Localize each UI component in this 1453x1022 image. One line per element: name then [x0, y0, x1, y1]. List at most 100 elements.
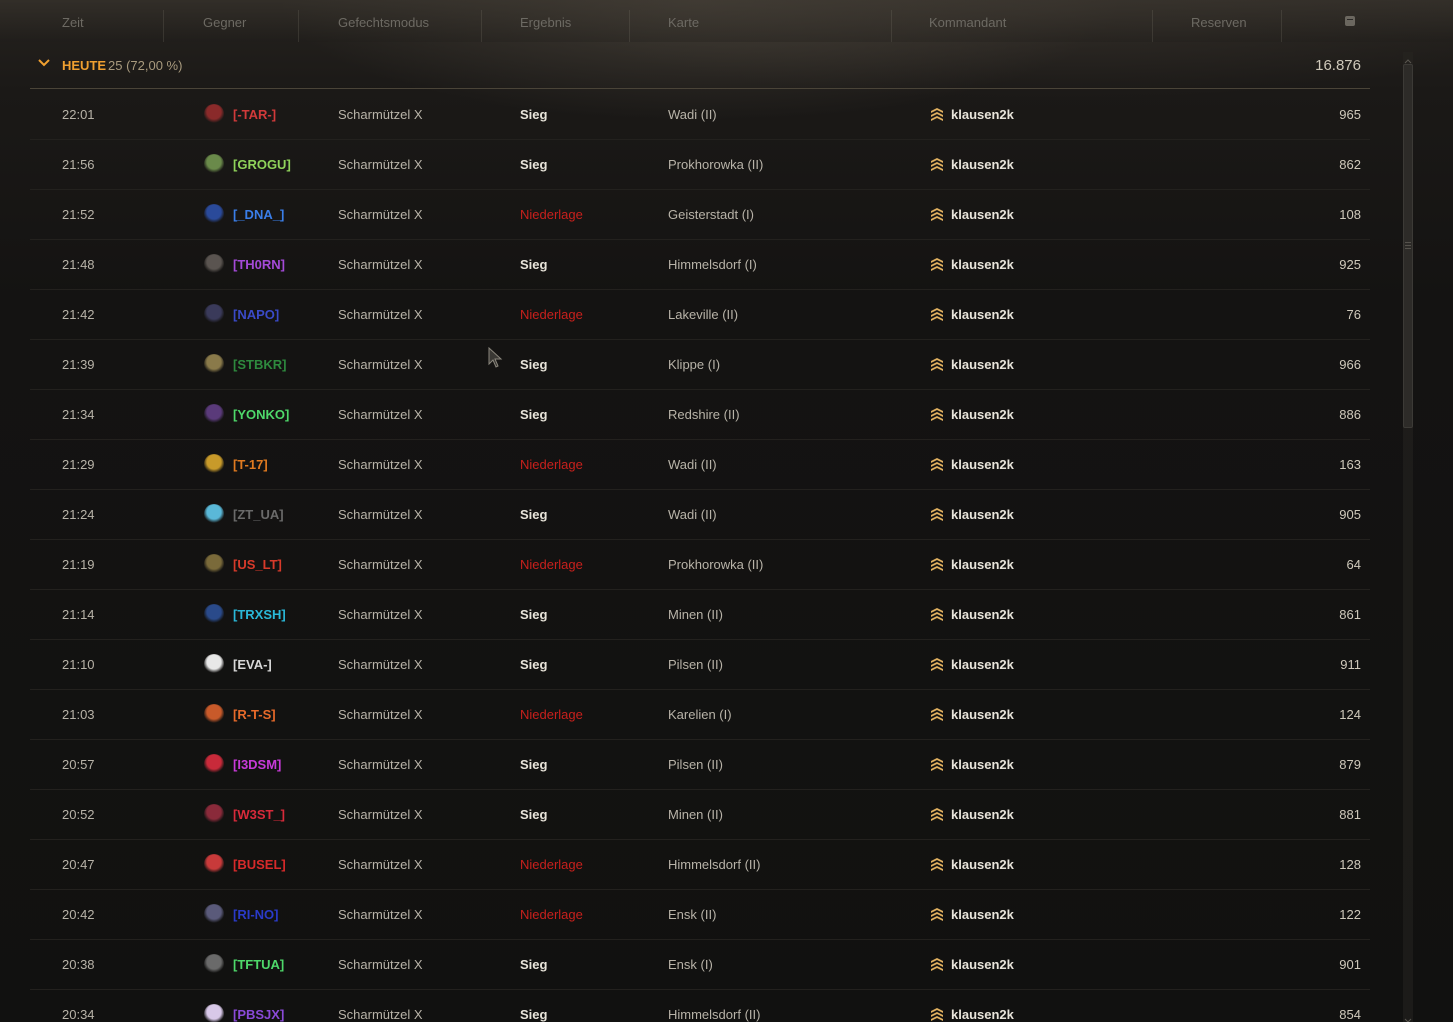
clan-tag-link[interactable]: [I3DSM] [233, 757, 281, 772]
column-header-battle-mode[interactable]: Gefechtsmodus [338, 15, 429, 30]
battle-time: 21:56 [62, 157, 95, 172]
battle-map: Minen (II) [668, 607, 723, 622]
clan-emblem-icon[interactable] [204, 1004, 224, 1022]
clan-tag-link[interactable]: [_DNA_] [233, 207, 284, 222]
clan-tag-link[interactable]: [YONKO] [233, 407, 289, 422]
clan-emblem-icon[interactable] [204, 604, 224, 624]
commander-name-link[interactable]: klausen2k [951, 657, 1014, 672]
battle-mode: Scharmützel X [338, 407, 423, 422]
commander-name-link[interactable]: klausen2k [951, 107, 1014, 122]
clan-tag-link[interactable]: [TRXSH] [233, 607, 286, 622]
clan-emblem-icon[interactable] [204, 404, 224, 424]
clan-emblem-icon[interactable] [204, 154, 224, 174]
chevron-down-icon[interactable] [38, 59, 50, 69]
table-row[interactable]: 22:01 [-TAR-] Scharmützel X Sieg Wadi (II) kl… [30, 90, 1370, 140]
clan-tag-link[interactable]: [T-17] [233, 457, 268, 472]
table-row[interactable]: 20:47 [BUSEL] Scharmützel X Niederlage Himme… [30, 840, 1370, 890]
table-row[interactable]: 20:38 [TFTUA] Scharmützel X Sieg Ensk (I) kla… [30, 940, 1370, 990]
scroll-down-arrow-icon[interactable] [1403, 1012, 1413, 1022]
clan-emblem-icon[interactable] [204, 554, 224, 574]
table-row[interactable]: 21:14 [TRXSH] Scharmützel X Sieg Minen (II) k… [30, 590, 1370, 640]
clan-tag-link[interactable]: [STBKR] [233, 357, 286, 372]
scroll-up-arrow-icon[interactable] [1403, 52, 1413, 64]
commander-name-link[interactable]: klausen2k [951, 757, 1014, 772]
commander-name-link[interactable]: klausen2k [951, 907, 1014, 922]
clan-emblem-icon[interactable] [204, 704, 224, 724]
clan-emblem-icon[interactable] [204, 504, 224, 524]
commander-name-link[interactable]: klausen2k [951, 807, 1014, 822]
commander-name-link[interactable]: klausen2k [951, 257, 1014, 272]
commander-name-link[interactable]: klausen2k [951, 307, 1014, 322]
battle-mode: Scharmützel X [338, 807, 423, 822]
commander-name-link[interactable]: klausen2k [951, 357, 1014, 372]
clan-emblem-icon[interactable] [204, 754, 224, 774]
clan-emblem-icon[interactable] [204, 104, 224, 124]
commander-name-link[interactable]: klausen2k [951, 707, 1014, 722]
clan-emblem-icon[interactable] [204, 204, 224, 224]
battle-result: Niederlage [520, 207, 583, 222]
clan-tag-link[interactable]: [US_LT] [233, 557, 282, 572]
clan-tag-link[interactable]: [TH0RN] [233, 257, 285, 272]
table-row[interactable]: 21:03 [R-T-S] Scharmützel X Niederlage Karel… [30, 690, 1370, 740]
commander-name-link[interactable]: klausen2k [951, 507, 1014, 522]
table-row[interactable]: 21:10 [EVA-] Scharmützel X Sieg Pilsen (II) k… [30, 640, 1370, 690]
column-header-opponent[interactable]: Gegner [203, 15, 246, 30]
battle-mode: Scharmützel X [338, 457, 423, 472]
table-row[interactable]: 21:29 [T-17] Scharmützel X Niederlage Wadi (… [30, 440, 1370, 490]
clan-tag-link[interactable]: [PBSJX] [233, 1007, 284, 1022]
battle-result: Sieg [520, 957, 548, 972]
clan-tag-link[interactable]: [ZT_UA] [233, 507, 284, 522]
clan-tag-link[interactable]: [GROGU] [233, 157, 291, 172]
table-row[interactable]: 20:57 [I3DSM] Scharmützel X Sieg Pilsen (II)… [30, 740, 1370, 790]
table-row[interactable]: 21:24 [ZT_UA] Scharmützel X Sieg Wadi (II) kl… [30, 490, 1370, 540]
table-row[interactable]: 21:48 [TH0RN] Scharmützel X Sieg Himmelsdorf… [30, 240, 1370, 290]
clan-tag-link[interactable]: [-TAR-] [233, 107, 276, 122]
table-row[interactable]: 21:39 [STBKR] Scharmützel X Sieg Klippe (I) k… [30, 340, 1370, 390]
group-header-today[interactable]: HEUTE 25 (72,00 %) 16.876 [30, 44, 1370, 89]
clan-emblem-icon[interactable] [204, 254, 224, 274]
clan-emblem-icon[interactable] [204, 654, 224, 674]
clan-emblem-icon[interactable] [204, 354, 224, 374]
table-row[interactable]: 21:19 [US_LT] Scharmützel X Niederlage Prokh… [30, 540, 1370, 590]
clan-tag-link[interactable]: [TFTUA] [233, 957, 284, 972]
battle-list: 22:01 [-TAR-] Scharmützel X Sieg Wadi (II) kl… [30, 90, 1370, 1022]
column-header-map[interactable]: Karte [668, 15, 699, 30]
table-row[interactable]: 20:52 [W3ST_] Scharmützel X Sieg Minen (II) k… [30, 790, 1370, 840]
commander-name-link[interactable]: klausen2k [951, 407, 1014, 422]
column-header-reserves[interactable]: Reserven [1191, 15, 1247, 30]
box-icon[interactable] [1345, 16, 1355, 26]
clan-emblem-icon[interactable] [204, 854, 224, 874]
battle-time: 20:52 [62, 807, 95, 822]
clan-tag-link[interactable]: [EVA-] [233, 657, 272, 672]
clan-tag-link[interactable]: [RI-NO] [233, 907, 279, 922]
commander-name-link[interactable]: klausen2k [951, 607, 1014, 622]
commander-name-link[interactable]: klausen2k [951, 157, 1014, 172]
battle-map: Karelien (I) [668, 707, 732, 722]
clan-tag-link[interactable]: [W3ST_] [233, 807, 285, 822]
table-row[interactable]: 21:42 [NAPO] Scharmützel X Niederlage Lakevi… [30, 290, 1370, 340]
table-row[interactable]: 21:56 [GROGU] Scharmützel X Sieg Prokhorowka… [30, 140, 1370, 190]
commander-name-link[interactable]: klausen2k [951, 857, 1014, 872]
clan-emblem-icon[interactable] [204, 304, 224, 324]
table-row[interactable]: 20:34 [PBSJX] Scharmützel X Sieg Himmelsdorf… [30, 990, 1370, 1022]
clan-emblem-icon[interactable] [204, 954, 224, 974]
commander-name-link[interactable]: klausen2k [951, 207, 1014, 222]
column-header-commander[interactable]: Kommandant [929, 15, 1006, 30]
table-row[interactable]: 20:42 [RI-NO] Scharmützel X Niederlage Ensk … [30, 890, 1370, 940]
table-row[interactable]: 21:34 [YONKO] Scharmützel X Sieg Redshire (I… [30, 390, 1370, 440]
clan-emblem-icon[interactable] [204, 904, 224, 924]
table-row[interactable]: 21:52 [_DNA_] Scharmützel X Niederlage Geist… [30, 190, 1370, 240]
clan-tag-link[interactable]: [BUSEL] [233, 857, 286, 872]
reserve-points: 886 [1339, 407, 1361, 422]
column-header-time[interactable]: Zeit [62, 15, 84, 30]
commander-name-link[interactable]: klausen2k [951, 957, 1014, 972]
commander-name-link[interactable]: klausen2k [951, 557, 1014, 572]
commander-name-link[interactable]: klausen2k [951, 1007, 1014, 1022]
commander-name-link[interactable]: klausen2k [951, 457, 1014, 472]
clan-emblem-icon[interactable] [204, 804, 224, 824]
clan-tag-link[interactable]: [NAPO] [233, 307, 279, 322]
battle-mode: Scharmützel X [338, 507, 423, 522]
clan-tag-link[interactable]: [R-T-S] [233, 707, 276, 722]
column-header-result[interactable]: Ergebnis [520, 15, 571, 30]
clan-emblem-icon[interactable] [204, 454, 224, 474]
